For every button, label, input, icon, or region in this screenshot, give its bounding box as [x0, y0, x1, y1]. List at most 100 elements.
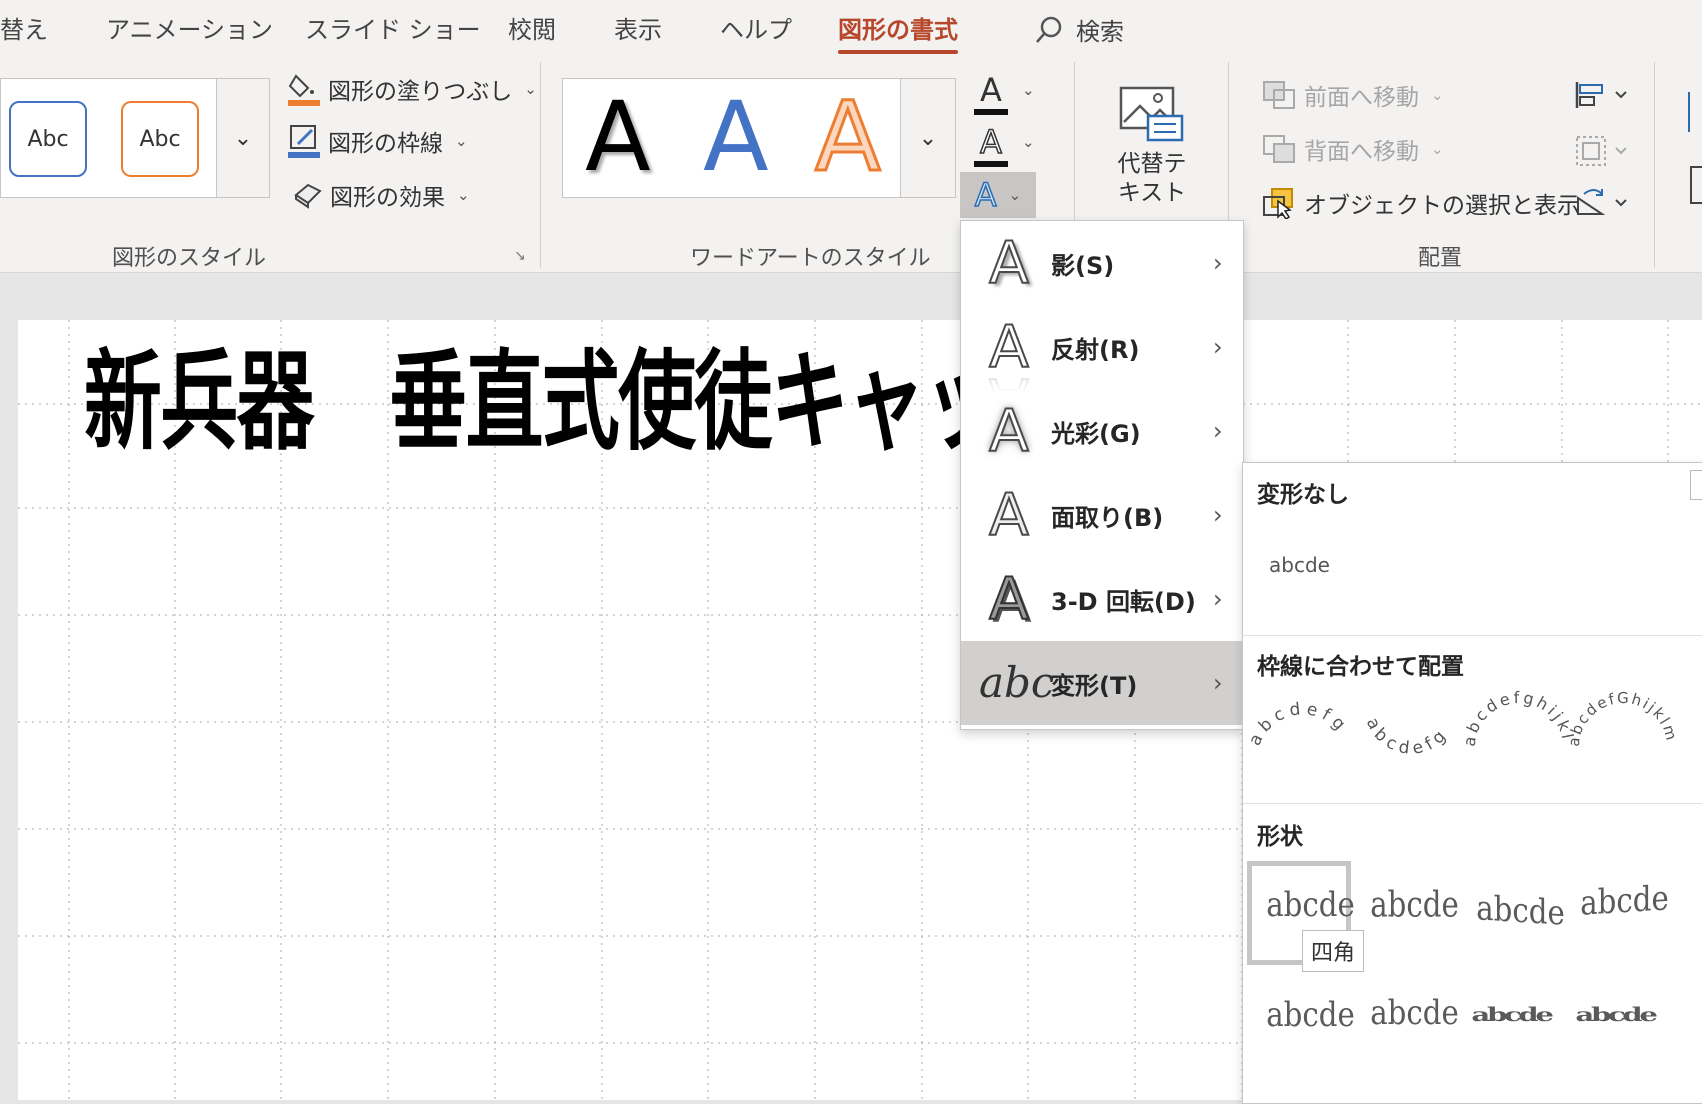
tab-view[interactable]: 表示 — [614, 10, 662, 45]
selection-pane-label: オブジェクトの選択と表示 — [1304, 193, 1580, 219]
send-backward-button[interactable]: 背面へ移動 ⌄ — [1262, 132, 1444, 166]
menu-item-label: 反射(R) — [1051, 335, 1140, 364]
arrange-group-label: 配置 — [1418, 246, 1463, 271]
menu-item-label: 影(S) — [1051, 251, 1115, 280]
shape-style-swatch-blue[interactable]: Abc — [9, 101, 87, 177]
text-effects-icon: A — [974, 175, 997, 215]
section-divider — [1243, 635, 1702, 636]
shape-style-gallery: Abc Abc — [0, 78, 218, 198]
shadow-icon: A — [988, 229, 1030, 297]
wordart-sample-black[interactable]: A — [585, 89, 651, 185]
group-objects-button[interactable] — [1574, 134, 1634, 172]
tab-help[interactable]: ヘルプ — [720, 10, 792, 45]
align-icon — [1575, 82, 1627, 108]
menu-item-label: 面取り(B) — [1051, 503, 1164, 532]
bring-forward-button[interactable]: 前面へ移動 ⌄ — [1262, 78, 1444, 112]
send-backward-icon — [1263, 135, 1295, 163]
menu-item-bevel[interactable]: A 面取り(B) › — [961, 473, 1243, 557]
dialog-launcher-icon[interactable]: ↘ — [514, 248, 526, 264]
search-label: 検索 — [1076, 18, 1124, 46]
menu-item-reflection[interactable]: A 反射(R) › — [961, 305, 1243, 389]
shape-fill-button[interactable]: 図形の塗りつぶし ⌄ — [288, 72, 537, 106]
warp-option-3[interactable]: abcde — [1476, 888, 1565, 933]
tab-animations[interactable]: アニメーション — [106, 10, 273, 45]
rotate-icon — [1577, 189, 1627, 215]
follow-path-arch-down[interactable]: abcdefg — [1362, 715, 1453, 760]
chevron-down-icon: ⌄ — [1008, 186, 1022, 204]
align-button[interactable] — [1574, 80, 1634, 114]
scroll-up-button[interactable] — [1690, 470, 1702, 500]
search-icon — [1036, 16, 1062, 43]
glow-icon: A — [988, 397, 1030, 465]
shape-outline-button[interactable]: 図形の枠線 ⌄ — [288, 124, 468, 158]
menu-item-shadow[interactable]: A 影(S) › — [961, 221, 1243, 305]
alt-text-label: 代替テ キスト — [1117, 151, 1187, 206]
menu-item-label: 光彩(G) — [1051, 419, 1141, 448]
ribbon-tab-bar: 替え アニメーション スライド ショー 校閲 表示 ヘルプ 図形の書式 検索 — [0, 0, 1702, 58]
text-outline-icon: A — [974, 122, 1008, 167]
wordart-sample-orange-outline[interactable]: A — [814, 88, 883, 187]
follow-path-arch-up[interactable]: abcdefg — [1245, 699, 1353, 749]
shape-style-swatch-orange[interactable]: Abc — [121, 101, 199, 177]
group-icon — [1576, 136, 1627, 166]
chevron-down-icon: ⌄ — [233, 125, 253, 151]
chevron-right-icon: › — [1213, 669, 1223, 697]
text-fill-button[interactable]: A ⌄ — [974, 70, 1036, 115]
menu-item-transform[interactable]: abc 変形(T) › — [961, 641, 1243, 725]
chevron-right-icon: › — [1213, 249, 1223, 277]
menu-item-label: 変形(T) — [1051, 671, 1138, 700]
shape-style-more-button[interactable]: ⌄ — [216, 78, 270, 198]
warp-option-square[interactable]: abcde — [1266, 885, 1355, 925]
shape-effects-icon — [294, 183, 322, 209]
no-transform-heading: 変形なし — [1257, 482, 1349, 508]
selection-pane-button[interactable]: オブジェクトの選択と表示 — [1262, 186, 1580, 220]
shape-outline-label: 図形の枠線 — [328, 131, 443, 157]
selection-pane-icon — [1263, 188, 1293, 219]
warp-option-5[interactable]: abcde — [1266, 995, 1355, 1035]
shape-styles-group-label: 図形のスタイル — [112, 246, 267, 271]
chevron-down-icon: ⌄ — [457, 186, 470, 204]
section-divider — [1243, 803, 1702, 804]
menu-item-3d-rotation[interactable]: A 3-D 回転(D) › — [961, 557, 1243, 641]
text-fill-icon: A — [974, 71, 1008, 115]
chevron-down-icon: ⌄ — [1431, 140, 1444, 158]
shape-effects-button[interactable]: 図形の効果 ⌄ — [292, 178, 470, 212]
height-icon[interactable] — [1688, 92, 1702, 132]
transform-gallery: 変形なし abcde 枠線に合わせて配置 abcdefg abcdefg abc… — [1242, 462, 1702, 1104]
width-icon[interactable] — [1690, 166, 1702, 204]
search-box[interactable]: 検索 — [1034, 12, 1124, 47]
warp-heading: 形状 — [1257, 824, 1303, 850]
warp-option-4[interactable]: abcde — [1580, 878, 1669, 923]
tab-slideshow[interactable]: スライド ショー — [305, 10, 481, 45]
bring-forward-label: 前面へ移動 — [1304, 85, 1419, 111]
alt-text-button[interactable]: 代替テ キスト — [1110, 82, 1194, 212]
group-separator — [1654, 62, 1655, 268]
chevron-right-icon: › — [1213, 333, 1223, 361]
paint-bucket-icon — [288, 74, 320, 106]
no-transform-option[interactable]: abcde — [1269, 553, 1330, 577]
tab-shape-format[interactable]: 図形の書式 — [838, 10, 958, 54]
tooltip: 四角 — [1302, 930, 1365, 972]
chevron-down-icon: ⌄ — [524, 80, 537, 98]
tab-transitions[interactable]: 替え — [0, 10, 48, 45]
group-separator — [540, 62, 541, 268]
shape-fill-label: 図形の塗りつぶし — [328, 79, 513, 105]
wordart-sample-blue[interactable]: A — [703, 89, 769, 185]
send-backward-label: 背面へ移動 — [1304, 139, 1419, 165]
warp-option-7[interactable]: abcde — [1471, 1004, 1553, 1026]
warp-option-6[interactable]: abcde — [1370, 993, 1459, 1033]
text-outline-button[interactable]: A ⌄ — [974, 122, 1036, 167]
chevron-down-icon: ⌄ — [1431, 86, 1444, 104]
3d-rotation-icon: A — [988, 565, 1030, 633]
reflection-icon: A — [988, 313, 1030, 381]
warp-option-8[interactable]: abcde — [1575, 1004, 1657, 1026]
text-effects-button[interactable]: A ⌄ — [960, 172, 1036, 218]
tab-review[interactable]: 校閲 — [508, 10, 556, 45]
menu-item-glow[interactable]: A 光彩(G) › — [961, 389, 1243, 473]
shape-effects-label: 図形の効果 — [330, 185, 445, 211]
warp-option-2[interactable]: abcde — [1370, 884, 1459, 926]
follow-path-options: abcdefg abcdefg abcdefghijklm abcdefGhij… — [1243, 681, 1679, 760]
rotate-button[interactable] — [1574, 186, 1634, 222]
wordart-style-more-button[interactable]: ⌄ — [900, 78, 956, 198]
chevron-down-icon: ⌄ — [455, 132, 468, 150]
